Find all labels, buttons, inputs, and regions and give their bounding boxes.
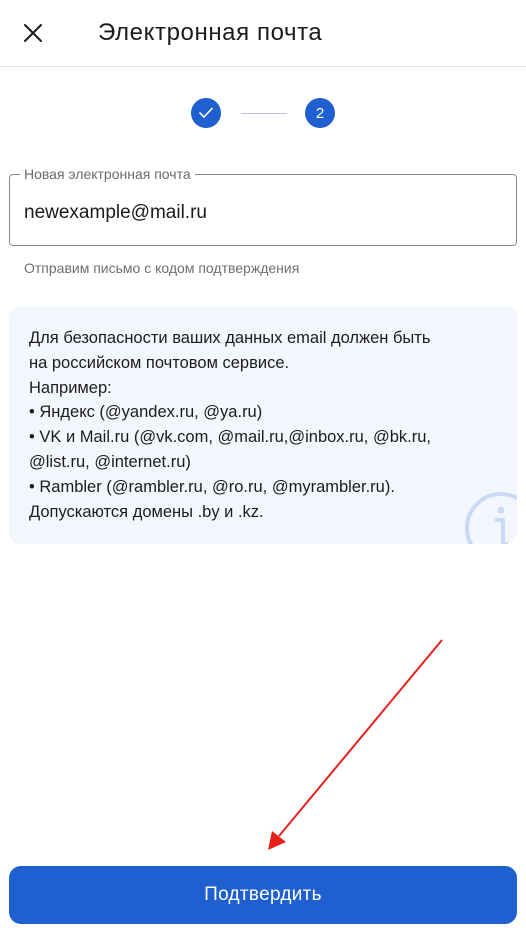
close-button[interactable] — [18, 18, 48, 48]
info-line: • Rambler (@rambler.ru, @ro.ru, @myrambl… — [29, 477, 395, 496]
info-line: • Яндекс (@yandex.ru, @ya.ru) — [29, 403, 263, 422]
step-connector — [241, 113, 287, 114]
info-line: на российском почтовом сервисе. — [29, 353, 290, 372]
info-line: Для безопасности ваших данных email долж… — [29, 329, 431, 347]
email-field-label: Новая электронная почта — [20, 166, 195, 182]
email-field[interactable]: Новая электронная почта newexample@mail.… — [9, 166, 517, 246]
close-icon — [24, 24, 42, 42]
info-line: Допускаются домены .by и .kz. — [29, 502, 264, 521]
email-field-value[interactable]: newexample@mail.ru — [24, 202, 207, 224]
email-change-screen: Электронная почта 2 Новая электронная по… — [0, 0, 526, 941]
info-card: Для безопасности ваших данных email долж… — [9, 306, 517, 544]
top-app-bar: Электронная почта — [0, 0, 526, 67]
email-helper-text: Отправим письмо с кодом подтверждения — [24, 260, 300, 276]
info-icon — [465, 492, 517, 544]
info-line: • VK и Mail.ru (@vk.com, @mail.ru,@inbox… — [29, 428, 431, 447]
info-line: Например: — [29, 378, 112, 397]
checkmark-icon — [199, 107, 213, 118]
step-2-current: 2 — [305, 98, 335, 128]
info-line: @list.ru, @internet.ru) — [29, 452, 191, 471]
confirm-button[interactable]: Подтвердить — [9, 866, 517, 924]
progress-stepper: 2 — [191, 98, 336, 128]
step-1-completed — [191, 98, 221, 128]
page-title: Электронная почта — [98, 19, 323, 46]
